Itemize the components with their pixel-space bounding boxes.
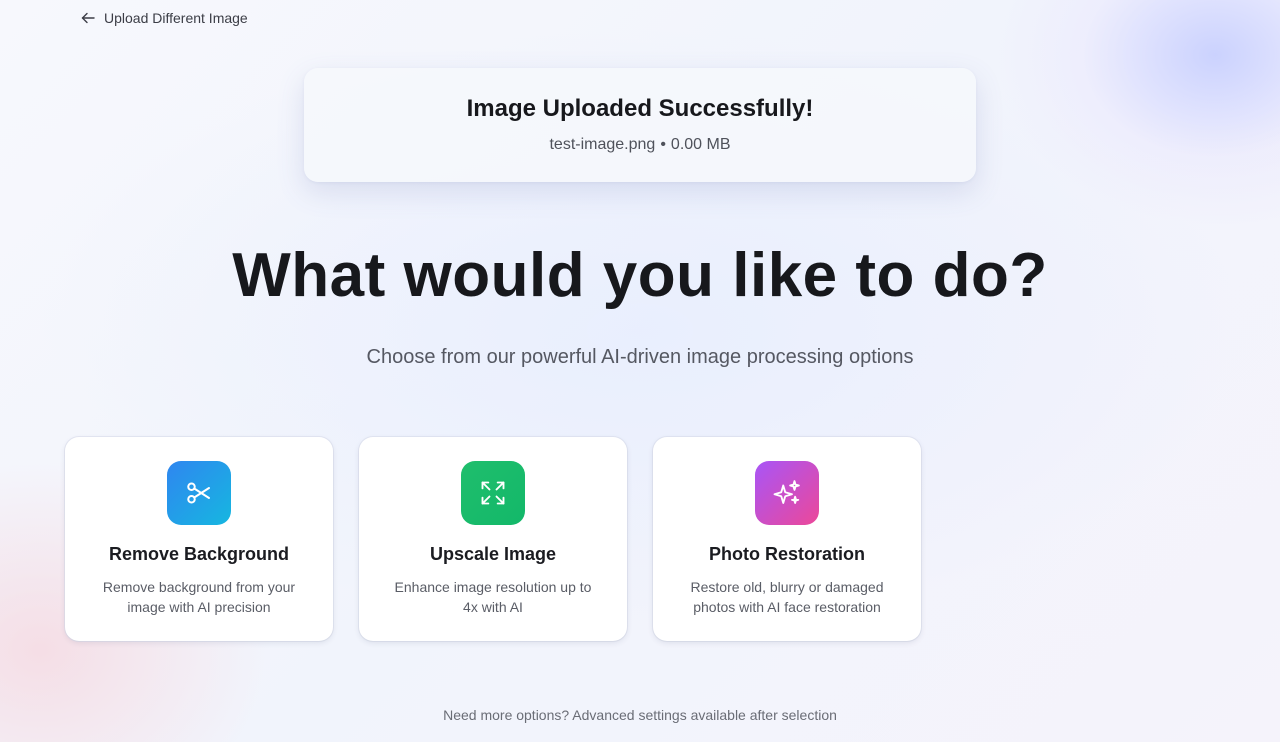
upload-different-image-link[interactable]: Upload Different Image: [80, 9, 248, 27]
photo-restoration-option[interactable]: Photo Restoration Restore old, blurry or…: [653, 437, 921, 641]
option-title: Photo Restoration: [709, 544, 865, 564]
upscale-image-option[interactable]: Upscale Image Enhance image resolution u…: [359, 437, 627, 641]
file-info: test-image.png • 0.00 MB: [304, 136, 976, 154]
meta-separator: •: [660, 136, 666, 153]
footer-note: Need more options? Advanced settings ava…: [443, 707, 837, 723]
sparkles-icon: [755, 461, 819, 525]
scissors-icon: [167, 461, 231, 525]
page-title: What would you like to do?: [232, 241, 1048, 310]
option-description: Enhance image resolution up to 4x with A…: [394, 579, 592, 615]
option-title: Upscale Image: [429, 544, 557, 564]
page-subtitle: Choose from our powerful AI-driven image…: [366, 346, 914, 368]
file-size: 0.00 MB: [670, 136, 731, 153]
back-link-label: Upload Different Image: [104, 10, 248, 26]
expand-icon: [461, 461, 525, 525]
option-description: Remove background from your image with A…: [102, 579, 296, 615]
option-description: Restore old, blurry or damaged photos wi…: [690, 579, 884, 615]
remove-background-option[interactable]: Remove Background Remove background from…: [65, 437, 333, 641]
option-title: Remove Background: [108, 544, 290, 564]
arrow-left-icon: [80, 10, 96, 26]
upload-status-card: Image Uploaded Successfully! test-image.…: [304, 68, 976, 182]
upload-success-title: Image Uploaded Successfully!: [466, 95, 814, 122]
file-name: test-image.png: [549, 136, 656, 153]
